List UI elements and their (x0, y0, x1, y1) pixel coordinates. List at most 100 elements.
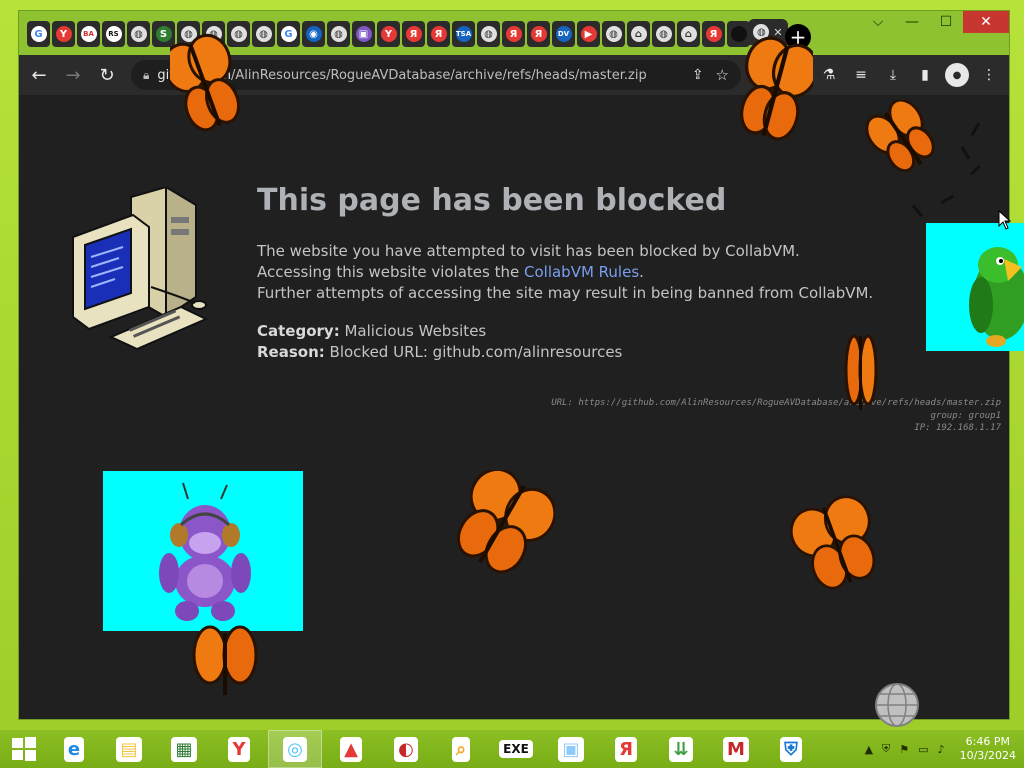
side-panel-icon[interactable]: ▮ (913, 63, 937, 87)
taskbar-app-9[interactable]: ▣ (545, 731, 597, 767)
start-button[interactable] (0, 730, 48, 768)
clock-date: 10/3/2024 (959, 749, 1016, 762)
tab-10[interactable]: G (277, 21, 300, 47)
tab-strip: GYBARS◍S◍◍◍◍G◉◍▣YЯЯTSA◍ЯЯDV▶◍⌂◍⌂Я●◍ ◍ ✕ … (19, 11, 1009, 55)
clock[interactable]: 6:46 PM 10/3/2024 (960, 735, 1016, 763)
bookmark-star-icon[interactable]: ☆ (716, 66, 729, 84)
tab-12[interactable]: ◍ (327, 21, 350, 47)
taskbar-app-11[interactable]: ⇊ (655, 731, 707, 767)
favicon-icon: Я (505, 26, 522, 42)
tab-4[interactable]: ◍ (127, 21, 150, 47)
favicon-icon: ◍ (655, 26, 672, 42)
tab-15[interactable]: Я (402, 21, 425, 47)
tab-9[interactable]: ◍ (252, 21, 275, 47)
taskbar-app-6[interactable]: ◐ (380, 731, 432, 767)
back-button[interactable]: ← (25, 61, 53, 89)
taskbar-app-7[interactable]: ⌕ (435, 731, 487, 767)
favicon-icon: ◍ (480, 26, 497, 42)
butterfly-icon (844, 334, 878, 410)
tab-26[interactable]: ⌂ (677, 21, 700, 47)
collapse-icon[interactable]: ⌵ (861, 11, 895, 33)
favicon-icon: Я (430, 26, 447, 42)
tab-18[interactable]: ◍ (477, 21, 500, 47)
favicon-icon: Я (705, 26, 722, 42)
reload-button[interactable]: ↻ (93, 61, 121, 89)
extension-icon[interactable]: ⚗ (817, 63, 841, 87)
butterfly-icon (740, 36, 813, 141)
favicon-icon: TSA (455, 26, 472, 42)
taskbar-app-2[interactable]: ▦ (158, 731, 210, 767)
taskbar-app-3[interactable]: Y (213, 731, 265, 767)
tab-27[interactable]: Я (702, 21, 725, 47)
toolbar-actions: ⚗ ≡ ⤓ ▮ ● ⋮ (817, 63, 1001, 87)
tab-19[interactable]: Я (502, 21, 525, 47)
media-control-icon[interactable]: ≡ (849, 63, 873, 87)
tab-21[interactable]: DV (552, 21, 575, 47)
favicon-icon: G (280, 26, 297, 42)
system-tray: ▲ ⛨ ⚑ ▭ ♪ 6:46 PM 10/3/2024 (865, 735, 1016, 763)
taskbar-app-1[interactable]: ▤ (103, 731, 155, 767)
favicon-icon: ⌂ (680, 26, 697, 42)
minimize-button[interactable]: — (895, 11, 929, 33)
computer-icon (72, 187, 209, 351)
tab-24[interactable]: ⌂ (627, 21, 650, 47)
taskbar-app-4[interactable]: ◎ (268, 730, 322, 768)
block-message: The website you have attempted to visit … (257, 241, 873, 304)
tab-0[interactable]: G (27, 21, 50, 47)
magnifier-app-icon: ⌕ (451, 736, 471, 762)
share-icon[interactable]: ⇪ (692, 67, 704, 83)
tab-3[interactable]: RS (102, 21, 125, 47)
taskbar-app-5[interactable]: ▲ (325, 731, 377, 767)
url-path: /AlinResources/RogueAVDatabase/archive/r… (230, 67, 647, 83)
tray-flag-icon[interactable]: ⚑ (899, 743, 909, 756)
tech-url: URL: https://github.com/AlinResources/Ro… (551, 398, 1001, 408)
tray-network-icon[interactable]: ▭ (918, 743, 928, 756)
shield-app-icon: ⛨ (780, 736, 802, 762)
tab-22[interactable]: ▶ (577, 21, 600, 47)
tray-shield-icon[interactable]: ⛨ (882, 742, 890, 756)
taskbar-app-13[interactable]: ⛨ (765, 731, 817, 767)
collabvm-rules-link[interactable]: CollabVM Rules (524, 263, 639, 281)
tab-11[interactable]: ◉ (302, 21, 325, 47)
taskbar: e ▤ ▦ Y ◎ ▲ ◐ ⌕ EXE ▣ Я ⇊ M ⛨ ▲ ⛨ ⚑ ▭ ♪ 6:46 PM 10/3/… (0, 730, 1024, 768)
taskbar-app-12[interactable]: M (710, 731, 762, 767)
tab-1[interactable]: Y (52, 21, 75, 47)
tab-16[interactable]: Я (427, 21, 450, 47)
yandex-browser-icon: Я (615, 736, 637, 762)
tab-2[interactable]: BA (77, 21, 100, 47)
window-app-icon: ▣ (558, 736, 584, 762)
favicon-icon: DV (555, 26, 572, 42)
tab-14[interactable]: Y (377, 21, 400, 47)
tray-expand-icon[interactable]: ▲ (865, 743, 873, 756)
download-manager-icon: ⇊ (669, 736, 693, 762)
mouse-cursor-icon (998, 210, 1012, 230)
parrot-overlay[interactable] (926, 223, 1024, 351)
close-window-button[interactable]: ✕ (963, 11, 1009, 33)
forward-button[interactable]: → (59, 61, 87, 89)
tab-25[interactable]: ◍ (652, 21, 675, 47)
mcafee-icon: M (723, 736, 749, 762)
lock-icon[interactable]: 🔒︎ (143, 68, 149, 83)
profile-avatar[interactable]: ● (945, 63, 969, 87)
tab-17[interactable]: TSA (452, 21, 475, 47)
globe-icon (875, 683, 919, 727)
maximize-button[interactable]: ☐ (929, 11, 963, 33)
tab-13[interactable]: ▣ (352, 21, 375, 47)
tech-group: group: group1 (930, 410, 1001, 421)
taskbar-app-0[interactable]: e (48, 731, 100, 767)
ant-swarm-icon (911, 122, 981, 218)
window-caption-buttons: ⌵ — ☐ ✕ (861, 11, 1009, 33)
tab-list: GYBARS◍S◍◍◍◍G◉◍▣YЯЯTSA◍ЯЯDV▶◍⌂◍⌂Я●◍ (27, 19, 775, 49)
favicon-icon: ▶ (580, 26, 597, 42)
message-line-1: The website you have attempted to visit … (257, 242, 800, 260)
menu-icon[interactable]: ⋮ (977, 63, 1001, 87)
download-icon[interactable]: ⤓ (881, 63, 905, 87)
tab-20[interactable]: Я (527, 21, 550, 47)
taskbar-app-8[interactable]: EXE (490, 731, 542, 767)
tray-volume-icon[interactable]: ♪ (938, 743, 945, 756)
fox-app-icon: ▲ (340, 736, 362, 762)
technical-info: URL: https://github.com/AlinResources/Ro… (551, 397, 1001, 435)
taskbar-app-10[interactable]: Я (600, 731, 652, 767)
tab-23[interactable]: ◍ (602, 21, 625, 47)
bonzi-buddy-overlay[interactable] (103, 471, 303, 631)
